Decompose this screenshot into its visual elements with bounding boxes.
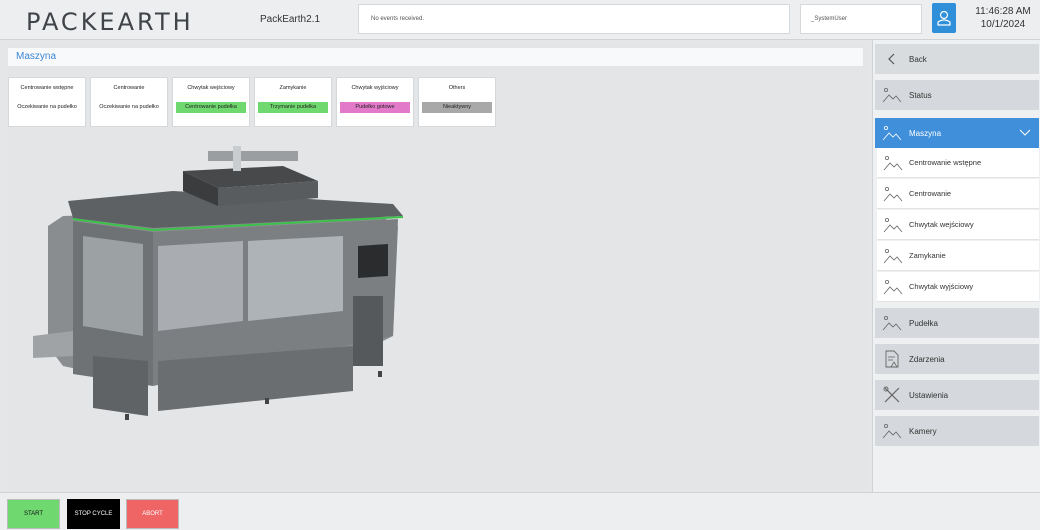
abort-button[interactable]: ABORT	[126, 499, 179, 529]
sidebar: Back Status Maszyna Centrowanie wstępne	[872, 40, 1040, 492]
start-button[interactable]: START	[7, 499, 60, 529]
image-placeholder-icon	[877, 248, 909, 264]
sidebar-item-kamery[interactable]: Kamery	[875, 416, 1039, 446]
sidebar-item-ustawienia[interactable]: Ustawienia	[875, 380, 1039, 410]
sidebar-item-pudelka[interactable]: Pudełka	[875, 308, 1039, 338]
image-placeholder-icon	[875, 125, 909, 141]
back-label: Back	[909, 54, 927, 64]
station-status: Trzymanie pudełka	[258, 102, 328, 113]
sub-item-label: Centrowanie	[909, 189, 952, 198]
sub-item-label: Zamykanie	[909, 251, 946, 260]
stop-cycle-button[interactable]: STOP CYCLE	[67, 499, 120, 529]
station-name: Chwytak wyjściowy	[351, 85, 399, 91]
image-placeholder-icon	[877, 186, 909, 202]
sub-item-chwytak-wyjsciowy[interactable]: Chwytak wyjściowy	[877, 272, 1039, 302]
station-status: Nieaktywny	[422, 102, 492, 113]
station-status: Oczekiwanie na pudełko	[94, 102, 164, 113]
chevron-left-icon	[875, 53, 909, 65]
station-name: Centrowanie wstępne	[20, 85, 74, 91]
image-placeholder-icon	[877, 217, 909, 233]
station-status: Oczekiwanie na pudełko	[12, 102, 82, 113]
station-card-chwytak-wejsciowy[interactable]: Chwytak wejściowy Centrowanie pudełka	[172, 77, 250, 127]
tools-icon	[875, 386, 909, 404]
sub-item-centrowanie[interactable]: Centrowanie	[877, 179, 1039, 209]
sidebar-item-status[interactable]: Status	[875, 80, 1039, 110]
sidebar-item-label: Pudełka	[909, 318, 938, 328]
sidebar-item-label: Maszyna	[909, 128, 942, 138]
sidebar-item-maszyna[interactable]: Maszyna	[875, 118, 1039, 148]
image-placeholder-icon	[877, 155, 909, 171]
header-bar: PACKEARTH PackEarth2.1 No events receive…	[0, 0, 1040, 40]
sidebar-item-label: Status	[909, 90, 932, 100]
chevron-down-icon	[1019, 127, 1031, 139]
events-text: No events received.	[371, 16, 425, 22]
station-card-chwytak-wyjsciowy[interactable]: Chwytak wyjściowy Pudełko gotowe	[336, 77, 414, 127]
user-name: _SystemUser	[811, 16, 848, 22]
sidebar-item-label: Ustawienia	[909, 390, 949, 400]
sub-item-zamykanie[interactable]: Zamykanie	[877, 241, 1039, 271]
clock: 11:46:28 AM 10/1/2024	[968, 5, 1038, 31]
station-name: Others	[448, 85, 466, 91]
sidebar-item-zdarzenia[interactable]: Zdarzenia	[875, 344, 1039, 374]
station-card-centrowanie-wstepne[interactable]: Centrowanie wstępne Oczekiwanie na pudeł…	[8, 77, 86, 127]
sidebar-item-label: Zdarzenia	[909, 354, 945, 364]
clock-date: 10/1/2024	[980, 19, 1026, 30]
sub-item-chwytak-wejsciowy[interactable]: Chwytak wejściowy	[877, 210, 1039, 240]
sub-item-centrowanie-wstepne[interactable]: Centrowanie wstępne	[877, 148, 1039, 178]
document-warning-icon	[875, 350, 909, 368]
user-box[interactable]: _SystemUser	[800, 4, 922, 34]
main-panel: Maszyna Centrowanie wstępne Oczekiwanie …	[8, 46, 866, 492]
sidebar-item-label: Kamery	[909, 426, 937, 436]
page-title: Maszyna	[8, 48, 863, 66]
sub-item-label: Chwytak wyjściowy	[909, 282, 974, 291]
image-placeholder-icon	[875, 315, 909, 331]
image-placeholder-icon	[875, 423, 909, 439]
user-button[interactable]	[932, 3, 956, 33]
machine-3d-render[interactable]	[33, 146, 433, 446]
image-placeholder-icon	[875, 87, 909, 103]
packearth-logo: PACKEARTH	[26, 8, 194, 36]
station-name: Chwytak wejściowy	[187, 85, 235, 91]
station-name: Centrowanie	[113, 85, 145, 91]
sub-item-label: Centrowanie wstępne	[909, 158, 982, 167]
events-box[interactable]: No events received.	[358, 4, 790, 34]
sub-item-label: Chwytak wejściowy	[909, 220, 974, 229]
clock-time: 11:46:28 AM	[975, 6, 1031, 17]
station-card-zamykanie[interactable]: Zamykanie Trzymanie pudełka	[254, 77, 332, 127]
user-icon	[937, 10, 951, 26]
footer-bar: START STOP CYCLE ABORT	[0, 492, 1040, 530]
image-placeholder-icon	[877, 279, 909, 295]
app-window: PACKEARTH PackEarth2.1 No events receive…	[0, 0, 1040, 530]
station-status: Pudełko gotowe	[340, 102, 410, 113]
station-card-others[interactable]: Others Nieaktywny	[418, 77, 496, 127]
station-card-centrowanie[interactable]: Centrowanie Oczekiwanie na pudełko	[90, 77, 168, 127]
back-button[interactable]: Back	[875, 44, 1039, 74]
app-name: PackEarth2.1	[259, 13, 321, 25]
station-status: Centrowanie pudełka	[176, 102, 246, 113]
station-name: Zamykanie	[279, 85, 307, 91]
